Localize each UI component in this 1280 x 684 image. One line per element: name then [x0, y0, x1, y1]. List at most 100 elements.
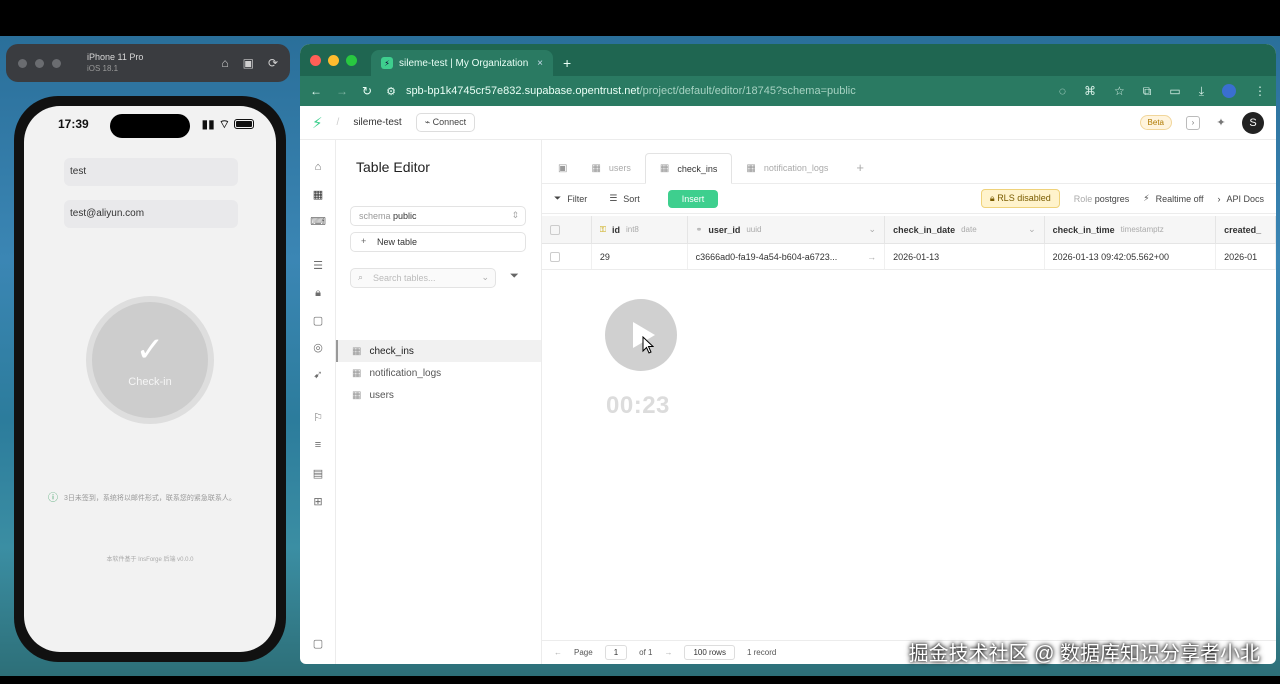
home-nav-icon[interactable]: ⌂ [311, 160, 325, 174]
back-icon[interactable]: ← [310, 84, 322, 98]
checkin-button[interactable]: ✓ Check-in [86, 296, 214, 424]
tab-check-ins[interactable]: ▦ check_ins [644, 153, 733, 184]
rls-disabled-badge[interactable]: 🔒︎ RLS disabled [980, 189, 1060, 208]
database-nav-icon[interactable]: ☰ [311, 258, 325, 272]
window-minimize-dot[interactable] [35, 58, 44, 68]
checkbox[interactable] [550, 224, 560, 235]
logs-nav-icon[interactable]: ≡ [311, 438, 325, 452]
insert-button[interactable]: Insert [667, 189, 719, 208]
table-editor-nav-icon[interactable]: ▦ [311, 187, 325, 201]
app-header: ⚡ / sileme-test ⌁ Connect Beta › ✦ S [300, 106, 1276, 140]
table-item-users[interactable]: ▦ users [336, 384, 541, 406]
beta-badge[interactable]: Beta [1139, 115, 1172, 130]
row-select-cell[interactable] [542, 244, 592, 269]
checkbox[interactable] [550, 251, 560, 262]
filter-button[interactable]: ⏷ Filter [554, 193, 587, 204]
column-header-check-in-date[interactable]: check_in_date date ⌄ [885, 216, 1045, 243]
play-button[interactable] [605, 299, 677, 371]
table-tabs: ▣ ▦ users ▦ check_ins ▦ notification_log… [542, 140, 1276, 184]
rotate-icon[interactable]: ⟳ [268, 56, 278, 70]
role-select[interactable]: Role postgres [1074, 194, 1130, 204]
tab-users[interactable]: ▦ users [577, 153, 644, 183]
extensions-icon[interactable]: ⧉ [1143, 84, 1152, 99]
bookmark-star-icon[interactable]: ☆ [1114, 84, 1125, 98]
cell-created[interactable]: 2026-01 [1216, 244, 1276, 269]
cell-check-in-time[interactable]: 2026-01-13 09:42:05.562+00 [1045, 244, 1217, 269]
new-tab-icon[interactable]: + [563, 55, 571, 71]
page-input[interactable]: 1 [604, 645, 628, 660]
info-icon: ⓘ [48, 493, 58, 504]
add-tab-icon[interactable]: + [856, 160, 864, 175]
cell-check-in-date[interactable]: 2026-01-13 [885, 244, 1045, 269]
tab-notification-logs[interactable]: ▦ notification_logs [732, 153, 842, 183]
reload-icon[interactable]: ↻ [362, 84, 372, 98]
window-zoom-dot[interactable] [52, 58, 61, 68]
plus-icon: + [361, 236, 367, 246]
sql-editor-nav-icon[interactable]: ⌨ [310, 214, 326, 228]
project-name[interactable]: sileme-test [353, 117, 401, 128]
tab-sql-icon[interactable]: ▣ [548, 153, 577, 183]
name-field[interactable]: test [64, 158, 238, 186]
plug-icon: ⌁ [424, 117, 433, 127]
storage-nav-icon[interactable]: ▢ [311, 313, 325, 327]
api-docs-nav-icon[interactable]: ▤ [311, 466, 325, 480]
translate-icon[interactable]: ⌘ [1084, 84, 1096, 98]
assistant-icon[interactable]: ✦ [1214, 116, 1228, 130]
window-close-dot[interactable] [18, 58, 27, 68]
select-all-cell[interactable] [542, 216, 592, 243]
cell-user-id[interactable]: c3666ad0-fa19-4a54-b604-a6723... → [688, 244, 886, 269]
email-field[interactable]: test@aliyun.com [64, 200, 238, 228]
auth-nav-icon[interactable]: 🔒︎ [311, 286, 325, 300]
eye-off-icon[interactable]: ◌ [1059, 84, 1066, 98]
connect-button[interactable]: ⌁ Connect [415, 113, 476, 132]
settings-nav-icon[interactable]: ▢ [311, 636, 325, 650]
close-window-button[interactable] [310, 54, 321, 66]
new-table-button[interactable]: + New table [350, 232, 526, 252]
sort-button[interactable]: ☰ Sort [609, 193, 640, 204]
table-item-notification-logs[interactable]: ▦ notification_logs [336, 362, 541, 384]
menu-icon[interactable]: ⋮ [1254, 84, 1266, 98]
functions-nav-icon[interactable]: ◎ [311, 340, 325, 354]
site-settings-icon[interactable]: ⚙ [386, 85, 396, 98]
prev-page-icon[interactable]: ← [554, 648, 562, 657]
column-name: check_in_date [893, 224, 956, 235]
screenshot-icon[interactable]: ▣ [243, 56, 254, 70]
cell-id[interactable]: 29 [592, 244, 688, 269]
table-row[interactable]: 29 c3666ad0-fa19-4a54-b604-a6723... → 20… [542, 244, 1276, 270]
api-docs-button[interactable]: › API Docs [1217, 194, 1264, 204]
integrations-nav-icon[interactable]: ⊞ [311, 494, 325, 508]
iphone-frame: 17:39 ▮▮ ⌔ test test@aliyun.com ✓ Check-… [14, 96, 286, 662]
arrow-right-icon[interactable]: → [867, 252, 876, 262]
table-item-check-ins[interactable]: ▦ check_ins [336, 340, 541, 362]
rows-per-page-select[interactable]: 100 rows [684, 645, 735, 660]
filter-label: Filter [567, 193, 588, 204]
browser-tab-active[interactable]: ⚡ sileme-test | My Organization × [371, 50, 553, 76]
maximize-window-button[interactable] [346, 54, 357, 66]
avatar[interactable]: S [1242, 111, 1264, 134]
close-tab-icon[interactable]: × [537, 58, 543, 69]
advisors-nav-icon[interactable]: ⚐ [311, 410, 325, 424]
sidepanel-icon[interactable]: ▭ [1169, 84, 1180, 98]
url-field[interactable]: ⚙ spb-bp1k4745cr57e832.supabase.opentrus… [386, 85, 856, 98]
filter-icon[interactable]: ⏷ [510, 270, 519, 283]
realtime-nav-icon[interactable]: ➹ [311, 367, 325, 381]
column-header-check-in-time[interactable]: check_in_time timestamptz [1045, 216, 1217, 243]
column-header-created[interactable]: created_ [1216, 216, 1276, 243]
forward-icon[interactable]: → [336, 84, 348, 98]
terminal-icon[interactable]: › [1186, 115, 1200, 130]
chevron-down-icon[interactable]: ⌄ [1028, 224, 1036, 235]
profile-icon[interactable] [1222, 84, 1236, 98]
column-header-id[interactable]: ⚿ id int8 [592, 216, 688, 243]
home-icon[interactable]: ⌂ [221, 56, 228, 70]
chevron-down-icon[interactable]: ⌄ [869, 224, 877, 235]
table-item-label: notification_logs [369, 367, 442, 379]
schema-select[interactable]: schema public ⇕ [350, 206, 526, 226]
next-page-icon[interactable]: → [664, 648, 672, 657]
column-header-user-id[interactable]: ⚭ user_id uuid ⌄ [688, 216, 886, 243]
supabase-logo-icon[interactable]: ⚡ [312, 114, 323, 132]
minimize-window-button[interactable] [328, 54, 339, 66]
download-icon[interactable]: ⤓ [1199, 84, 1204, 99]
realtime-toggle[interactable]: ⚡︎ Realtime off [1143, 193, 1203, 204]
search-tables-input[interactable]: ⌕ Search tables... ⌄ [350, 268, 496, 288]
column-type: date [961, 225, 977, 234]
